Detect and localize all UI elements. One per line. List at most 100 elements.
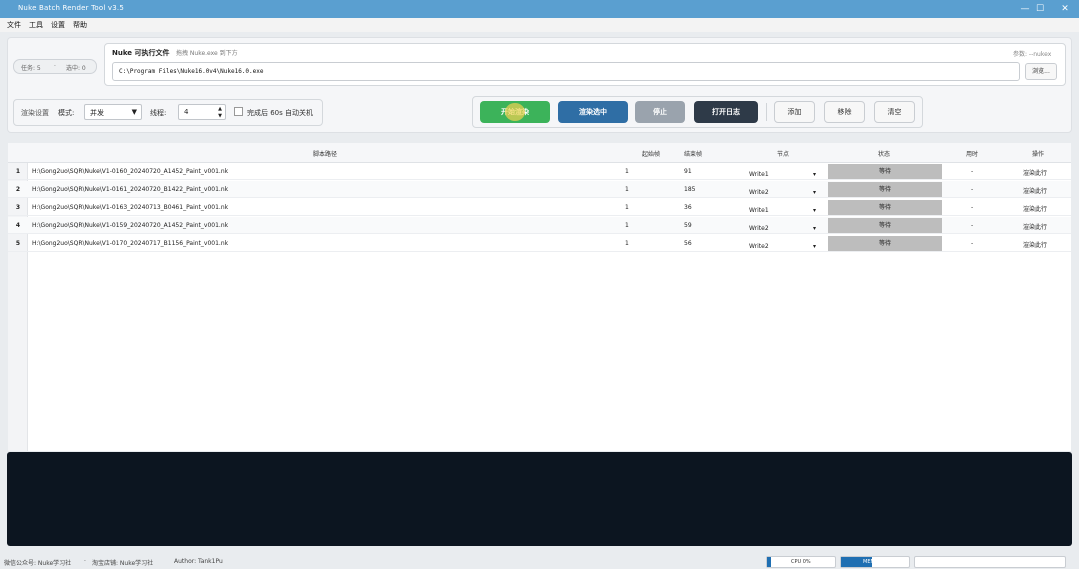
threads-value: 4 [184, 108, 189, 116]
node-select[interactable]: Write1 ▾ [741, 200, 826, 215]
time-cell: - [971, 222, 974, 229]
chevron-down-icon: ▾ [813, 189, 817, 196]
task-count: 任务: 5 [21, 65, 41, 72]
end-frame-cell[interactable]: 36 [684, 204, 692, 211]
script-path-cell[interactable]: H:\Gong2uo\SQR\Nuke\V1-0161_20240720_B14… [32, 186, 228, 193]
stepper-down-icon[interactable]: ▼ [218, 113, 222, 119]
threads-stepper[interactable]: 4 ▲ ▼ [178, 104, 226, 120]
start-frame-cell[interactable]: 1 [625, 168, 629, 175]
task-table: 脚本路径 起始帧 结束帧 节点 状态 用时 操作 1 H:\Gong2uo\SQ… [8, 143, 1071, 451]
close-button[interactable]: ✕ [1050, 0, 1079, 18]
table-row[interactable]: 1 H:\Gong2uo\SQR\Nuke\V1-0160_20240720_A… [8, 163, 1071, 180]
title-bar: Nuke Batch Render Tool v3.5 — ☐ ✕ [0, 0, 1079, 18]
memory-label: MEM 45% [863, 559, 888, 565]
end-frame-cell[interactable]: 91 [684, 168, 692, 175]
cpu-meter-fill [767, 557, 771, 567]
time-cell: - [971, 240, 974, 247]
node-select[interactable]: Write2 ▾ [741, 218, 826, 233]
menu-file[interactable]: 文件 [7, 20, 21, 30]
window-title: Nuke Batch Render Tool v3.5 [18, 4, 124, 12]
selected-count: 选中: 0 [66, 65, 86, 72]
author-info: Author: Tank1Pu [174, 558, 223, 565]
render-row-link[interactable]: 渲染此行 [1023, 186, 1047, 195]
node-value: Write2 [749, 225, 769, 232]
menu-settings[interactable]: 设置 [51, 20, 65, 30]
time-cell: - [971, 204, 974, 211]
browse-button[interactable]: 浏览... [1025, 63, 1057, 80]
chevron-down-icon: ▾ [813, 225, 817, 232]
add-button[interactable]: 添加 [774, 101, 815, 123]
time-cell: - [971, 186, 974, 193]
open-log-button[interactable]: 打开日志 [694, 101, 758, 123]
menu-help[interactable]: 帮助 [73, 20, 87, 30]
table-row[interactable]: 2 H:\Gong2uo\SQR\Nuke\V1-0161_20240720_B… [8, 181, 1071, 198]
node-value: Write2 [749, 243, 769, 250]
script-path-cell[interactable]: H:\Gong2uo\SQR\Nuke\V1-0160_20240720_A14… [32, 168, 228, 175]
button-divider [766, 103, 767, 121]
header-time[interactable]: 用时 [966, 149, 978, 158]
chevron-down-icon: ▾ [813, 171, 817, 178]
table-row[interactable]: 5 H:\Gong2uo\SQR\Nuke\V1-0170_20240717_B… [8, 235, 1071, 252]
render-row-link[interactable]: 渲染此行 [1023, 168, 1047, 177]
chevron-down-icon: ▾ [813, 243, 817, 250]
script-path-cell[interactable]: H:\Gong2uo\SQR\Nuke\V1-0163_20240713_B04… [32, 204, 228, 211]
wechat-info: 微信公众号: Nuke学习社 [4, 560, 72, 567]
auto-shutdown-checkbox[interactable] [234, 107, 243, 116]
threads-label: 线程: [150, 109, 167, 117]
table-header: 脚本路径 起始帧 结束帧 节点 状态 用时 操作 [8, 143, 1071, 163]
stop-button[interactable]: 停止 [635, 101, 685, 123]
node-select[interactable]: Write2 ▾ [741, 236, 826, 251]
header-node[interactable]: 节点 [777, 149, 789, 158]
row-number: 5 [15, 240, 21, 247]
row-number: 4 [15, 222, 21, 229]
node-value: Write1 [749, 207, 769, 214]
row-number: 1 [15, 168, 21, 175]
header-end[interactable]: 结束帧 [684, 149, 702, 158]
row-number: 3 [15, 204, 21, 211]
state-cell: 等待 [828, 236, 942, 251]
table-row[interactable]: 3 H:\Gong2uo\SQR\Nuke\V1-0163_20240713_B… [8, 199, 1071, 216]
header-state[interactable]: 状态 [878, 149, 890, 158]
state-cell: 等待 [828, 200, 942, 215]
state-cell: 等待 [828, 182, 942, 197]
render-row-link[interactable]: 渲染此行 [1023, 222, 1047, 231]
script-path-cell[interactable]: H:\Gong2uo\SQR\Nuke\V1-0170_20240717_B11… [32, 240, 228, 247]
end-frame-cell[interactable]: 56 [684, 240, 692, 247]
mouse-cursor-highlight [505, 103, 525, 121]
chevron-down-icon: ▼ [131, 108, 137, 116]
clear-button[interactable]: 清空 [874, 101, 915, 123]
node-select[interactable]: Write2 ▾ [741, 182, 826, 197]
auto-shutdown-label: 完成后 60s 自动关机 [247, 109, 314, 117]
end-frame-cell[interactable]: 59 [684, 222, 692, 229]
stepper-up-icon[interactable]: ▲ [218, 106, 222, 112]
table-row[interactable]: 4 H:\Gong2uo\SQR\Nuke\V1-0159_20240720_A… [8, 217, 1071, 234]
remove-button[interactable]: 移除 [824, 101, 865, 123]
start-frame-cell[interactable]: 1 [625, 222, 629, 229]
header-script[interactable]: 脚本路径 [313, 149, 337, 158]
nuke-exe-hint: 拖拽 Nuke.exe 到下方 [176, 50, 238, 57]
header-start[interactable]: 起始帧 [642, 149, 660, 158]
mode-value: 并发 [90, 109, 104, 117]
start-frame-cell[interactable]: 1 [625, 240, 629, 247]
menu-tools[interactable]: 工具 [29, 20, 43, 30]
header-action[interactable]: 操作 [1032, 149, 1044, 158]
state-cell: 等待 [828, 218, 942, 233]
node-select[interactable]: Write1 ▾ [741, 164, 826, 179]
chevron-down-icon: ▾ [813, 207, 817, 214]
script-path-cell[interactable]: H:\Gong2uo\SQR\Nuke\V1-0159_20240720_A14… [32, 222, 228, 229]
start-frame-cell[interactable]: 1 [625, 186, 629, 193]
log-console[interactable] [7, 452, 1072, 546]
render-row-link[interactable]: 渲染此行 [1023, 240, 1047, 249]
time-cell: - [971, 168, 974, 175]
render-selected-button[interactable]: 渲染选中 [558, 101, 628, 123]
start-frame-cell[interactable]: 1 [625, 204, 629, 211]
separator-dot: · [54, 63, 56, 70]
mode-select[interactable]: 并发 ▼ [84, 104, 142, 120]
node-value: Write1 [749, 171, 769, 178]
end-frame-cell[interactable]: 185 [684, 186, 695, 193]
menu-bar: 文件 工具 设置 帮助 [0, 18, 1079, 32]
task-summary-badge: 任务: 5 · 选中: 0 [13, 59, 97, 74]
memory-meter: MEM 45% [840, 556, 910, 568]
nuke-path-input[interactable]: C:\Program Files\Nuke16.0v4\Nuke16.0.exe [112, 62, 1020, 81]
render-row-link[interactable]: 渲染此行 [1023, 204, 1047, 213]
